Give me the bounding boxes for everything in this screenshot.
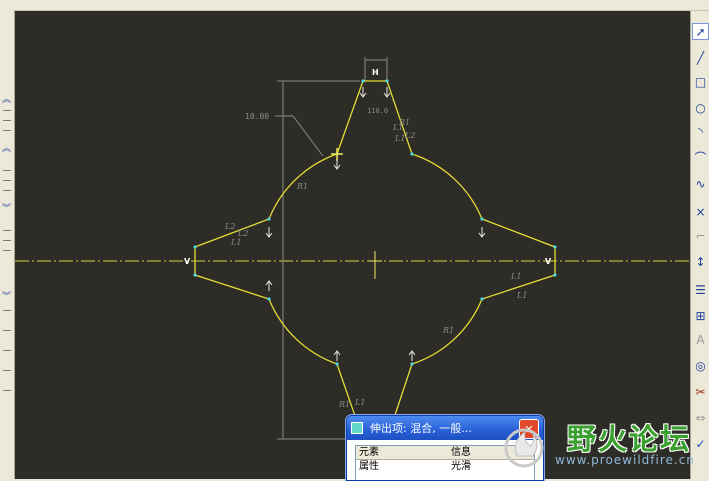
- forum-watermark: 野火论坛 www.proewildfire.cn: [497, 410, 709, 479]
- text-icon[interactable]: A: [692, 331, 709, 348]
- constraint-sym: L1: [394, 134, 405, 143]
- angle-dimension[interactable]: 110.0: [367, 107, 388, 115]
- origin-cross-icon: [368, 251, 382, 279]
- line-icon[interactable]: ╱: [692, 49, 709, 66]
- constraint-symbols: R1 R1 L2 L1 L2 L1 L1 L1 L1 R1 R1 L1 L2: [224, 118, 527, 409]
- chevron-up-icon[interactable]: ︽: [2, 96, 11, 105]
- constraint-sym: R1: [296, 182, 308, 191]
- fillet-icon[interactable]: ⌒: [692, 149, 709, 166]
- point-icon[interactable]: ×: [692, 203, 709, 220]
- constraint-sym: L2: [237, 229, 248, 238]
- direction-arrows: [265, 87, 486, 361]
- constraint-sym: R1: [338, 400, 350, 409]
- sketch-drawing[interactable]: R1 R1 L2 L1 L2 L1 L1 L1 L1 R1 R1 L1 L2 1…: [15, 11, 690, 479]
- axis-icon[interactable]: ⌐: [692, 227, 709, 244]
- vertical-constraint-label-left: V: [184, 257, 191, 266]
- palette-icon[interactable]: ◎: [692, 357, 709, 374]
- trim-icon[interactable]: ✂: [692, 383, 709, 400]
- watermark-text: 野火论坛: [567, 422, 692, 456]
- row-info: 光滑: [451, 461, 471, 472]
- constraint-sym: L1: [354, 398, 365, 407]
- row-element: 属性: [359, 461, 379, 472]
- dialog-title: 伸出项: 混合, 一般...: [370, 422, 472, 435]
- constraint-icon[interactable]: ⊞: [692, 307, 709, 324]
- circle-icon[interactable]: ○: [692, 99, 709, 116]
- flame-logo-icon: [504, 428, 544, 468]
- constraint-sym: L1: [516, 291, 527, 300]
- constraint-sym: R1: [442, 326, 454, 335]
- dimension-value[interactable]: 10.00: [245, 112, 269, 121]
- constraint-sym: L2: [224, 222, 235, 231]
- arc-icon[interactable]: ◝: [692, 123, 709, 140]
- constraint-sym: L1: [230, 238, 241, 247]
- watermark-url: www.proewildfire.cn: [555, 453, 695, 467]
- window-top-strip: [0, 0, 709, 11]
- chevron-up-icon[interactable]: ︽: [2, 145, 11, 154]
- sketch-toolbar: ➚ ╱ □ ○ ◝ ⌒ ∿ × ⌐ ↕ ☰ ⊞ A ◎ ✂ ⇔ ✓: [690, 11, 709, 479]
- constraint-sym: L1: [392, 123, 403, 132]
- chevron-down-icon[interactable]: ︾: [2, 205, 11, 214]
- select-arrow-icon[interactable]: ➚: [692, 23, 709, 40]
- horizontal-constraint-label: H: [372, 68, 379, 77]
- constraint-sym: L2: [404, 131, 415, 140]
- left-scroll-strip[interactable]: ︽ ︽ ︾ ︾: [0, 10, 15, 479]
- modify-icon[interactable]: ☰: [692, 281, 709, 298]
- column-header-element: 元素: [359, 447, 379, 458]
- dialog-app-icon: [351, 422, 363, 434]
- chevron-down-icon[interactable]: ︾: [2, 293, 11, 302]
- rectangle-icon[interactable]: □: [692, 73, 709, 90]
- vertical-constraint-label-right: V: [545, 257, 552, 266]
- dimension-leader: [275, 115, 324, 157]
- dimension-icon[interactable]: ↕: [692, 253, 709, 270]
- column-header-info: 信息: [451, 447, 471, 458]
- sketch-canvas[interactable]: R1 R1 L2 L1 L2 L1 L1 L1 L1 R1 R1 L1 L2 1…: [15, 11, 690, 479]
- vertex-markers: [193, 79, 557, 366]
- spline-icon[interactable]: ∿: [692, 175, 709, 192]
- constraint-sym: L1: [510, 272, 521, 281]
